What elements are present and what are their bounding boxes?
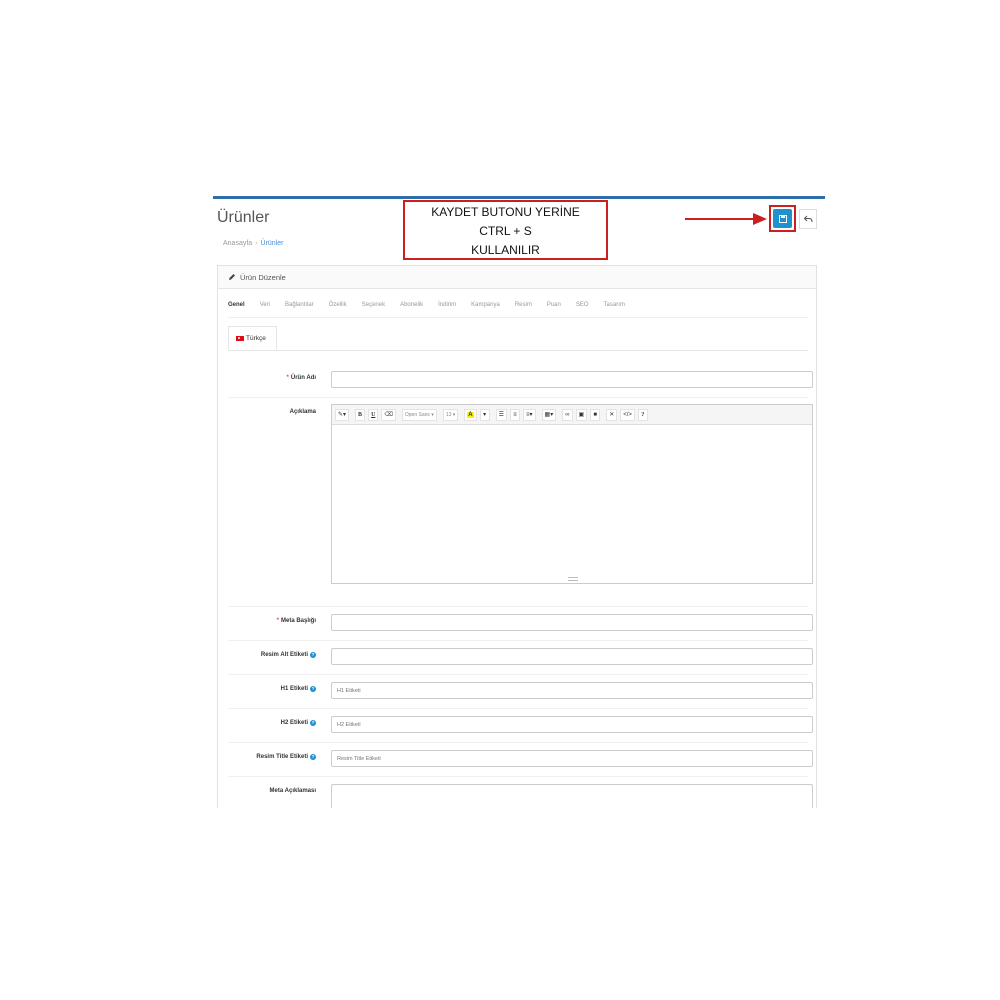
page-title: Ürünler bbox=[217, 209, 270, 226]
h2-label: H2 Etiketi? bbox=[280, 720, 316, 726]
tab-kampanya[interactable]: Kampanya bbox=[471, 298, 500, 317]
meta-title-label: * Meta Başlığı bbox=[276, 618, 316, 624]
image-title-input[interactable] bbox=[331, 750, 813, 767]
tab-veri[interactable]: Veri bbox=[260, 298, 270, 317]
link-icon[interactable]: ∞ bbox=[562, 408, 573, 421]
h1-label: H1 Etiketi? bbox=[280, 686, 316, 692]
panel-heading-title: Ürün Düzenle bbox=[240, 272, 286, 282]
table-icon[interactable]: ▦▾ bbox=[541, 408, 557, 421]
description-label: Açıklama bbox=[289, 409, 316, 415]
screenshot-frame: Ürünler Anasayfa › Ürünler KAYDET BUTONU Y… bbox=[213, 196, 825, 808]
form-row-meta-description: Meta Açıklaması bbox=[228, 776, 813, 808]
eraser-icon[interactable]: ⌫ bbox=[381, 408, 396, 421]
annotation-line: KAYDET BUTONU YERİNE bbox=[431, 205, 580, 219]
tab-puan[interactable]: Puan bbox=[547, 298, 561, 317]
ordered-list-icon[interactable]: ≡ bbox=[510, 408, 521, 421]
tabs: Genel Veri Bağlantılar Özellik Seçenek A… bbox=[228, 298, 808, 318]
form-row-image-alt: Resim Alt Etiketi? bbox=[228, 640, 813, 675]
panel-heading: Ürün Düzenle bbox=[218, 266, 816, 289]
h2-input[interactable] bbox=[331, 716, 813, 733]
annotation-box: KAYDET BUTONU YERİNE CTRL + S KULLANILIR bbox=[403, 200, 608, 260]
breadcrumb-home[interactable]: Anasayfa bbox=[223, 240, 252, 247]
rich-text-editor: ✎▾ B U ⌫ Open Sans ▾ 13 ▾ A ▾ ☰ ≡ ≡▾ ▦▾ … bbox=[331, 404, 813, 584]
bold-button[interactable]: B bbox=[355, 408, 366, 421]
unordered-list-icon[interactable]: ☰ bbox=[495, 408, 508, 421]
question-circle-icon[interactable]: ? bbox=[310, 720, 316, 726]
top-border bbox=[213, 196, 825, 199]
underline-button[interactable]: U bbox=[368, 408, 379, 421]
font-size-select[interactable]: 13 ▾ bbox=[442, 408, 459, 421]
tab-genel[interactable]: Genel bbox=[228, 298, 245, 317]
form-row-product-name: * Ürün Adı bbox=[228, 363, 813, 398]
meta-description-textarea[interactable] bbox=[331, 784, 813, 808]
magic-icon[interactable]: ✎▾ bbox=[335, 408, 350, 421]
h1-input[interactable] bbox=[331, 682, 813, 699]
product-name-input[interactable] bbox=[331, 371, 813, 388]
meta-description-label: Meta Açıklaması bbox=[269, 788, 316, 794]
language-tabs: Türkçe bbox=[228, 326, 808, 351]
arrow-right-icon bbox=[685, 213, 767, 225]
form-row-image-title: Resim Title Etiketi? bbox=[228, 742, 813, 777]
image-alt-label: Resim Alt Etiketi? bbox=[260, 652, 316, 658]
resize-grip[interactable] bbox=[568, 577, 578, 581]
annotation-line: KULLANILIR bbox=[471, 243, 540, 257]
annotation-line: CTRL + S bbox=[479, 224, 532, 238]
question-circle-icon[interactable]: ? bbox=[310, 754, 316, 760]
meta-title-input[interactable] bbox=[331, 614, 813, 631]
editor-toolbar: ✎▾ B U ⌫ Open Sans ▾ 13 ▾ A ▾ ☰ ≡ ≡▾ ▦▾ … bbox=[332, 405, 812, 425]
back-button[interactable] bbox=[799, 209, 817, 229]
tab-indirim[interactable]: İndirim bbox=[438, 298, 456, 317]
color-button[interactable]: A bbox=[464, 408, 477, 421]
tab-seo[interactable]: SEO bbox=[576, 298, 589, 317]
form-row-h1: H1 Etiketi? bbox=[228, 674, 813, 709]
help-icon[interactable]: ? bbox=[637, 408, 648, 421]
image-alt-input[interactable] bbox=[331, 648, 813, 665]
tab-ozellik[interactable]: Özellik bbox=[329, 298, 347, 317]
turkish-flag-icon bbox=[236, 335, 244, 341]
picture-icon[interactable]: ▣ bbox=[575, 408, 588, 421]
font-family-select[interactable]: Open Sans ▾ bbox=[401, 408, 437, 421]
image-title-label: Resim Title Etiketi? bbox=[256, 754, 316, 760]
language-tab-label: Türkçe bbox=[246, 334, 266, 342]
color-dropdown-icon[interactable]: ▾ bbox=[479, 408, 490, 421]
question-circle-icon[interactable]: ? bbox=[310, 652, 316, 658]
paragraph-icon[interactable]: ≡▾ bbox=[523, 408, 536, 421]
breadcrumb: Anasayfa › Ürünler bbox=[223, 240, 284, 247]
tab-baglantilar[interactable]: Bağlantılar bbox=[285, 298, 314, 317]
question-circle-icon[interactable]: ? bbox=[310, 686, 316, 692]
breadcrumb-current[interactable]: Ürünler bbox=[261, 240, 284, 247]
tab-tasarim[interactable]: Tasarım bbox=[604, 298, 625, 317]
video-icon[interactable]: ■ bbox=[590, 408, 601, 421]
save-highlight bbox=[769, 205, 796, 232]
product-name-label: * Ürün Adı bbox=[286, 375, 316, 381]
code-view-icon[interactable]: </> bbox=[620, 408, 635, 421]
form-row-description: Açıklama ✎▾ B U ⌫ Open Sans ▾ 13 ▾ A ▾ ☰… bbox=[228, 397, 813, 607]
form-row-h2: H2 Etiketi? bbox=[228, 708, 813, 743]
tab-abonelik[interactable]: Abonelik bbox=[400, 298, 423, 317]
tab-secenek[interactable]: Seçenek bbox=[362, 298, 385, 317]
edit-panel: Ürün Düzenle Genel Veri Bağlantılar Özel… bbox=[217, 265, 817, 808]
tab-resim[interactable]: Resim bbox=[515, 298, 532, 317]
language-tab-turkish[interactable]: Türkçe bbox=[228, 326, 277, 350]
fullscreen-icon[interactable]: ✕ bbox=[606, 408, 618, 421]
save-button[interactable] bbox=[773, 209, 792, 228]
pencil-icon bbox=[229, 274, 235, 280]
form-row-meta-title: * Meta Başlığı bbox=[228, 606, 813, 641]
save-icon bbox=[778, 214, 787, 223]
reply-icon bbox=[803, 215, 812, 223]
